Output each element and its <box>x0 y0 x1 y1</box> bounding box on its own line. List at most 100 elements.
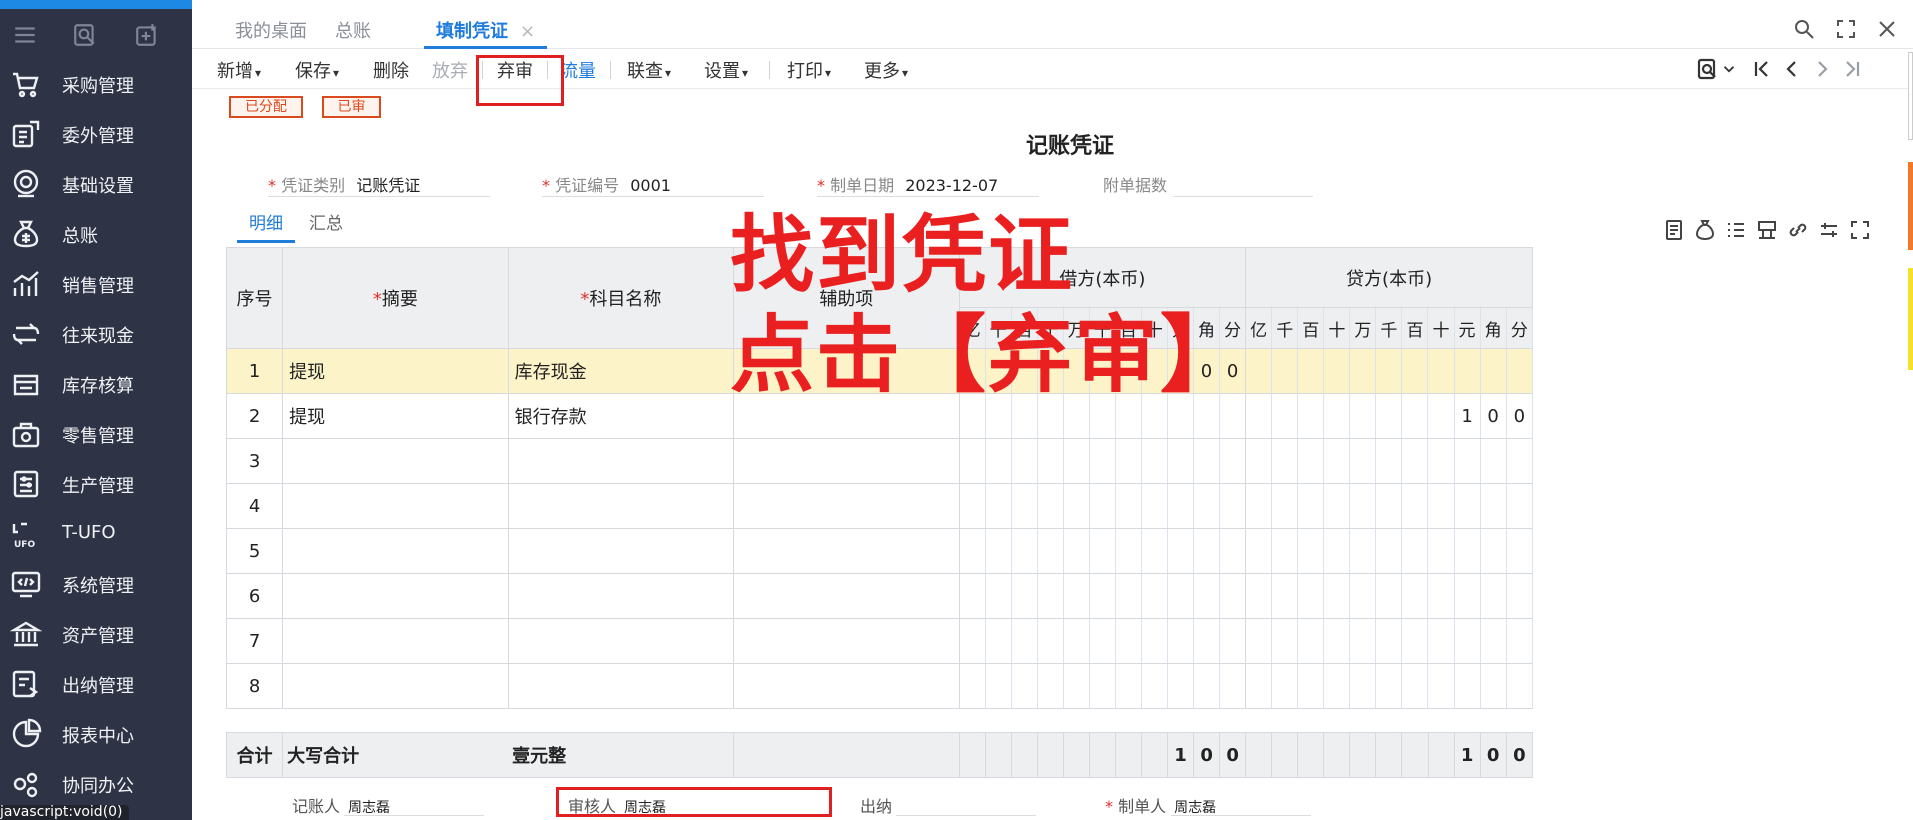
credit-digit-cell[interactable] <box>1427 573 1455 619</box>
table-row[interactable]: 5 <box>225 528 1534 574</box>
credit-digit-cell[interactable] <box>1323 663 1351 709</box>
sidebar-item-cashier[interactable]: 出纳管理 <box>0 658 192 708</box>
credit-digit-cell[interactable] <box>1505 528 1534 574</box>
debit-digit-cell[interactable] <box>958 618 986 664</box>
credit-digit-cell[interactable] <box>1323 348 1351 394</box>
debit-digit-cell[interactable] <box>1166 573 1194 619</box>
credit-digit-cell[interactable] <box>1375 618 1403 664</box>
sidebar-item-production[interactable]: 生产管理 <box>0 458 192 508</box>
table-row[interactable]: 6 <box>225 573 1534 619</box>
account-cell[interactable] <box>507 438 735 484</box>
credit-digit-cell[interactable] <box>1349 663 1377 709</box>
search-icon[interactable] <box>1792 17 1816 41</box>
credit-digit-cell[interactable] <box>1505 573 1534 619</box>
debit-digit-cell[interactable] <box>1219 663 1247 709</box>
voucher-list-icon[interactable] <box>1662 218 1686 242</box>
debit-digit-cell[interactable] <box>1062 618 1090 664</box>
debit-digit-cell[interactable] <box>1036 618 1064 664</box>
tab-my-desktop[interactable]: 我的桌面 <box>235 17 307 49</box>
sidebar-item-inventory[interactable]: 库存核算 <box>0 358 192 408</box>
table-row[interactable]: 4 <box>225 483 1534 529</box>
summary-cell[interactable]: 提现 <box>282 348 509 394</box>
table-row[interactable]: 7 <box>225 618 1534 664</box>
chevron-down-icon[interactable] <box>1720 57 1738 81</box>
voucher-type-field[interactable]: * 凭证类别 记账凭证 <box>268 172 490 197</box>
credit-digit-cell[interactable] <box>1401 618 1429 664</box>
credit-digit-cell[interactable] <box>1453 618 1481 664</box>
summary-cell[interactable] <box>282 618 509 664</box>
debit-digit-cell[interactable] <box>984 663 1012 709</box>
previous-record-icon[interactable] <box>1780 57 1804 81</box>
summary-cell[interactable] <box>282 483 509 529</box>
debit-digit-cell[interactable] <box>1114 483 1142 529</box>
credit-digit-cell[interactable] <box>1323 618 1351 664</box>
debit-digit-cell[interactable] <box>984 573 1012 619</box>
credit-digit-cell[interactable] <box>1401 528 1429 574</box>
credit-digit-cell[interactable] <box>1245 393 1273 439</box>
credit-digit-cell[interactable] <box>1479 528 1507 574</box>
debit-digit-cell[interactable] <box>1036 483 1064 529</box>
debit-digit-cell[interactable] <box>958 438 986 484</box>
credit-digit-cell[interactable] <box>1349 528 1377 574</box>
credit-digit-cell[interactable] <box>1245 618 1273 664</box>
account-cell[interactable] <box>507 483 735 529</box>
credit-digit-cell[interactable] <box>1453 438 1481 484</box>
credit-digit-cell[interactable] <box>1505 348 1534 394</box>
credit-digit-cell[interactable] <box>1505 618 1534 664</box>
aux-cell[interactable] <box>733 438 960 484</box>
debit-digit-cell[interactable] <box>1114 438 1142 484</box>
debit-digit-cell[interactable] <box>1088 438 1116 484</box>
more-button[interactable]: 更多 ▾ <box>864 57 908 83</box>
debit-digit-cell[interactable] <box>1219 438 1247 484</box>
sidebar-item-outsource[interactable]: 委外管理 <box>0 108 192 158</box>
debit-digit-cell[interactable] <box>1036 438 1064 484</box>
tab-close-icon[interactable]: × <box>520 21 535 42</box>
credit-digit-cell[interactable] <box>1453 663 1481 709</box>
adjust-icon[interactable] <box>1817 218 1841 242</box>
edge-widget-orange[interactable] <box>1908 162 1913 250</box>
debit-digit-cell[interactable] <box>1166 618 1194 664</box>
summary-cell[interactable]: 提现 <box>282 393 509 439</box>
credit-digit-cell[interactable] <box>1505 663 1534 709</box>
credit-digit-cell[interactable] <box>1401 483 1429 529</box>
aux-cell[interactable] <box>733 618 960 664</box>
credit-digit-cell[interactable] <box>1349 438 1377 484</box>
debit-digit-cell[interactable] <box>984 483 1012 529</box>
debit-digit-cell[interactable] <box>1114 663 1142 709</box>
edge-widget-yellow[interactable] <box>1908 268 1913 370</box>
debit-digit-cell[interactable] <box>958 483 986 529</box>
debit-digit-cell[interactable] <box>984 438 1012 484</box>
debit-digit-cell[interactable] <box>1010 438 1038 484</box>
tab-fill-voucher[interactable]: 填制凭证 × <box>424 17 548 49</box>
debit-digit-cell[interactable] <box>1088 528 1116 574</box>
summary-cell[interactable] <box>282 663 509 709</box>
expand-icon[interactable] <box>1848 218 1872 242</box>
search-doc-icon[interactable] <box>72 22 98 48</box>
credit-digit-cell[interactable] <box>1245 348 1273 394</box>
credit-digit-cell[interactable] <box>1297 528 1325 574</box>
debit-digit-cell[interactable] <box>1010 528 1038 574</box>
hamburger-menu-icon[interactable] <box>12 22 38 48</box>
credit-digit-cell[interactable] <box>1297 348 1325 394</box>
debit-digit-cell[interactable] <box>1192 438 1221 484</box>
summary-cell[interactable] <box>282 573 509 619</box>
link-icon[interactable] <box>1786 218 1810 242</box>
debit-digit-cell[interactable] <box>1088 663 1116 709</box>
credit-digit-cell[interactable] <box>1297 663 1325 709</box>
fullscreen-icon[interactable] <box>1834 17 1858 41</box>
credit-digit-cell[interactable] <box>1479 483 1507 529</box>
credit-digit-cell[interactable]: 0 <box>1479 393 1507 439</box>
debit-digit-cell[interactable] <box>1062 663 1090 709</box>
summary-cell[interactable] <box>282 438 509 484</box>
credit-digit-cell[interactable] <box>1271 618 1299 664</box>
aux-cell[interactable] <box>733 483 960 529</box>
credit-digit-cell[interactable] <box>1375 573 1403 619</box>
split-view-icon[interactable] <box>1755 218 1779 242</box>
debit-digit-cell[interactable] <box>984 618 1012 664</box>
credit-digit-cell[interactable] <box>1479 438 1507 484</box>
credit-digit-cell[interactable] <box>1453 348 1481 394</box>
credit-digit-cell[interactable] <box>1479 348 1507 394</box>
table-row[interactable]: 8 <box>225 663 1534 709</box>
debit-digit-cell[interactable] <box>1192 528 1221 574</box>
debit-digit-cell[interactable] <box>1140 663 1168 709</box>
